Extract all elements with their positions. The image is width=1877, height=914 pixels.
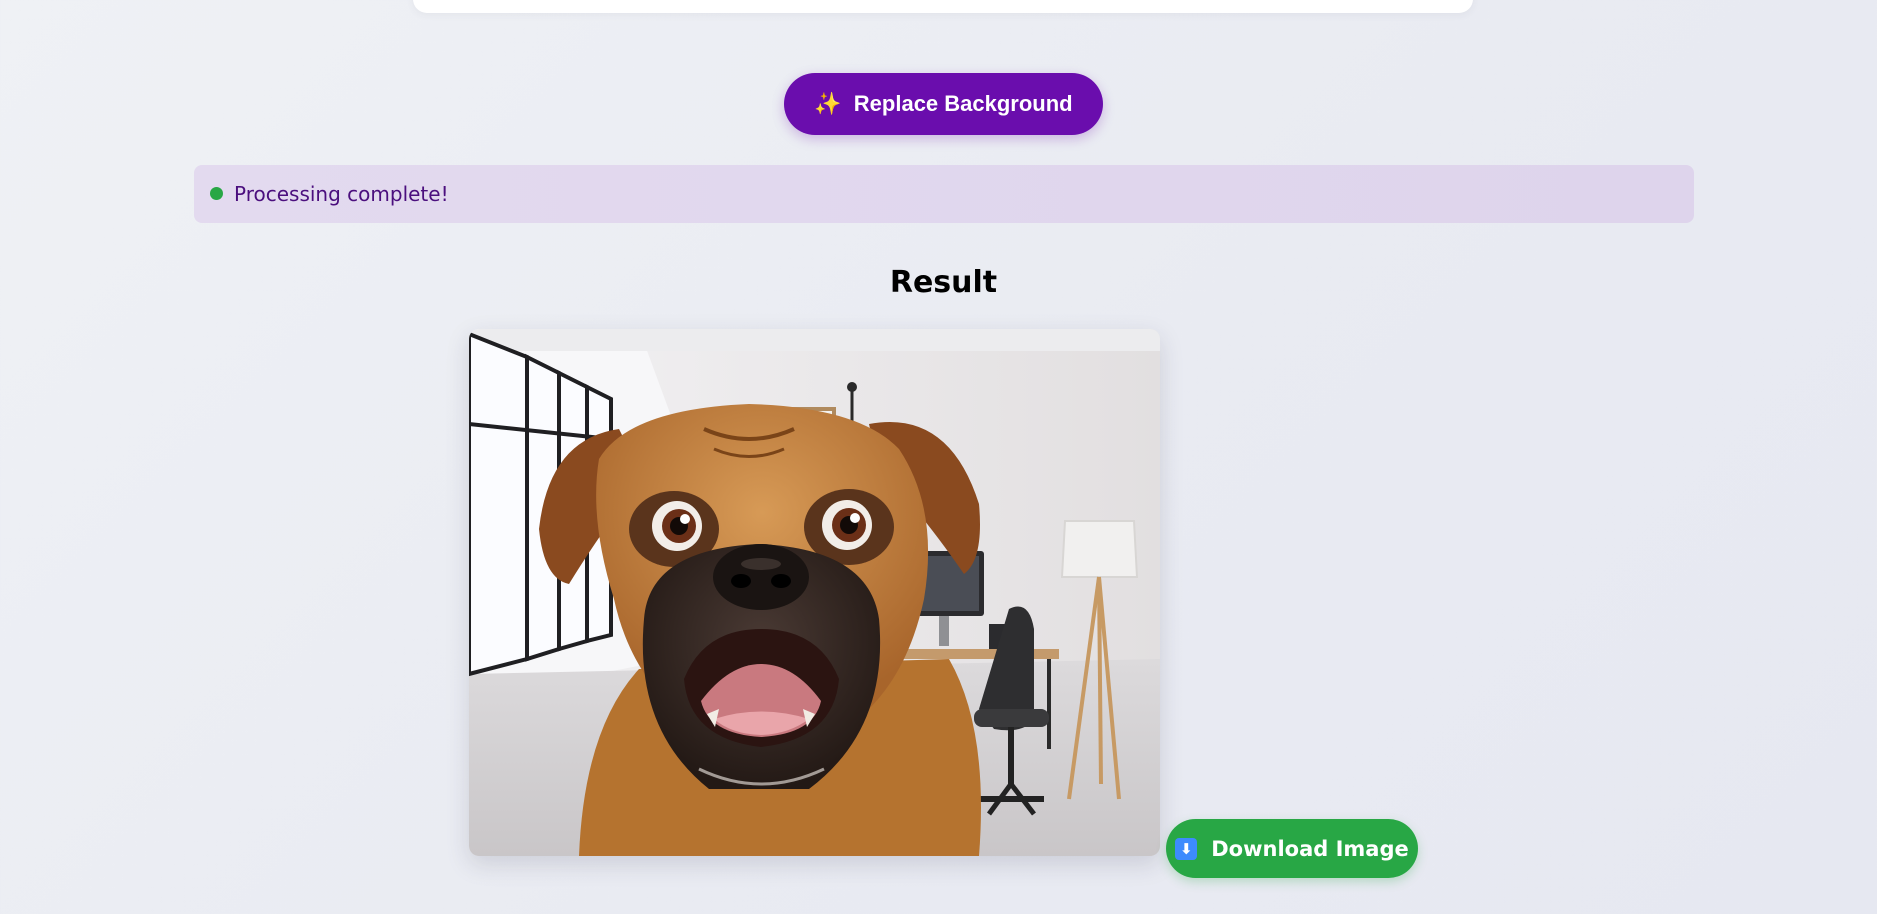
status-text: Processing complete!: [234, 182, 449, 206]
settings-card: [413, 0, 1473, 13]
replace-background-button[interactable]: ✨ Replace Background: [784, 73, 1103, 135]
status-bar: Processing complete!: [194, 165, 1694, 223]
replace-background-label: Replace Background: [853, 91, 1073, 116]
result-image: [469, 329, 1160, 856]
download-image-label: Download Image: [1211, 836, 1409, 861]
result-heading: Result: [889, 265, 998, 300]
status-indicator-dot: [210, 186, 223, 200]
download-image-button[interactable]: ⬇ Download Image: [1166, 819, 1418, 878]
download-arrow-icon: ⬇: [1175, 837, 1198, 860]
sparkles-icon: ✨: [814, 91, 842, 116]
